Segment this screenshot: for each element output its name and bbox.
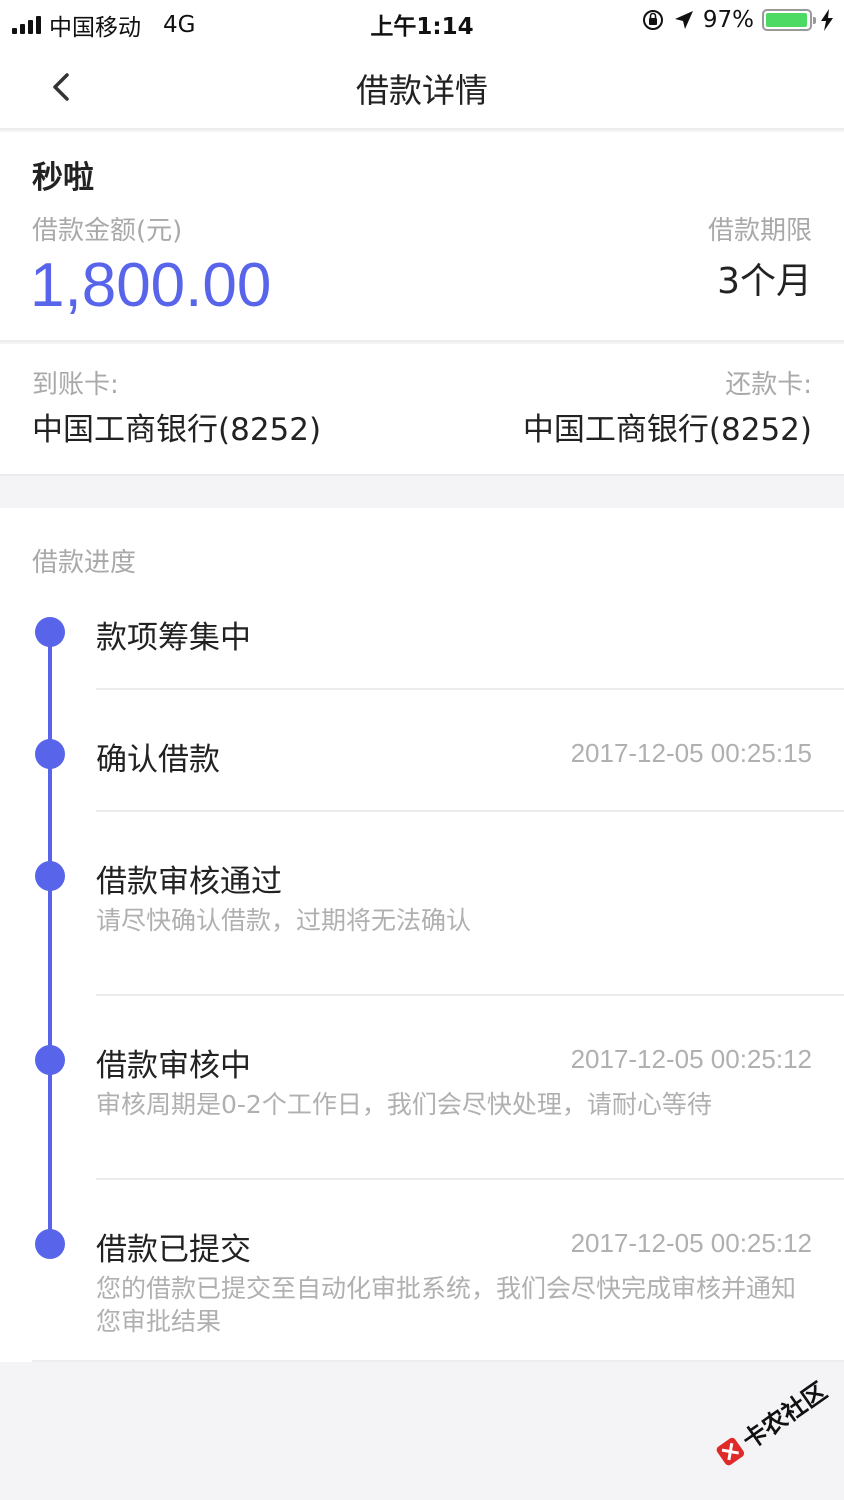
- status-bar: 中国移动 4G 上午1:14 97%: [0, 0, 844, 44]
- step-description: 审核周期是0-2个工作日，我们会尽快处理，请耐心等待: [96, 1090, 712, 1119]
- step-time: 2017-12-05 00:25:12: [570, 1228, 812, 1258]
- timeline-dot: [35, 1045, 65, 1075]
- loan-term: 3个月: [717, 261, 812, 302]
- timeline-line: [48, 632, 52, 1244]
- navigation-bar: 借款详情: [0, 44, 844, 130]
- battery-percent: 97%: [702, 7, 754, 33]
- timeline-dot: [35, 739, 65, 769]
- step-title: 款项筹集中: [96, 620, 251, 656]
- step-title: 借款审核通过: [96, 864, 282, 900]
- amount-label: 借款金额(元): [32, 216, 183, 246]
- orientation-lock-icon: [642, 10, 663, 30]
- timeline-dot: [35, 617, 65, 647]
- repay-card-label: 还款卡:: [725, 370, 812, 400]
- term-label: 借款期限: [707, 216, 812, 246]
- divider: [96, 810, 844, 812]
- product-name: 秒啦: [32, 160, 94, 196]
- divider: [96, 688, 844, 690]
- step-title: 确认借款: [96, 742, 220, 778]
- battery-level: [766, 13, 807, 27]
- location-arrow-icon: [674, 11, 693, 29]
- charging-bolt-icon: [821, 9, 833, 31]
- loan-amount: 1,800.00: [30, 251, 272, 320]
- divider: [32, 1360, 844, 1362]
- watermark-text: 卡农社区: [737, 1376, 833, 1455]
- step-time: 2017-12-05 00:25:15: [570, 738, 812, 768]
- divider: [96, 1178, 844, 1180]
- receive-card-label: 到账卡:: [32, 370, 119, 400]
- repay-card: 中国工商银行(8252): [522, 412, 812, 448]
- timeline-dot: [35, 861, 65, 891]
- bank-cards-section: 到账卡: 中国工商银行(8252) 还款卡: 中国工商银行(8252): [0, 344, 844, 476]
- progress-title: 借款进度: [32, 548, 137, 578]
- step-time: 2017-12-05 00:25:12: [570, 1044, 812, 1074]
- step-title: 借款已提交: [96, 1232, 251, 1268]
- step-title: 借款审核中: [96, 1048, 251, 1084]
- step-description: 您的借款已提交至自动化审批系统，我们会尽快完成审核并通知您审批结果: [96, 1274, 797, 1336]
- watermark: 卡农社区: [709, 1372, 832, 1473]
- status-right: 97%: [641, 7, 834, 33]
- loan-summary-card: 秒啦 借款金额(元) 1,800.00 借款期限 3个月: [0, 132, 844, 342]
- page-title: 借款详情: [356, 71, 488, 110]
- loan-progress-section: 借款进度 款项筹集中 确认借款 2017-12-05 00:25:15 借款审核…: [0, 508, 844, 1362]
- divider: [96, 994, 844, 996]
- step-description: 请尽快确认借款，过期将无法确认: [96, 906, 472, 935]
- timeline-dot: [35, 1229, 65, 1259]
- battery-icon: [762, 9, 816, 31]
- receive-card: 中国工商银行(8252): [32, 412, 322, 448]
